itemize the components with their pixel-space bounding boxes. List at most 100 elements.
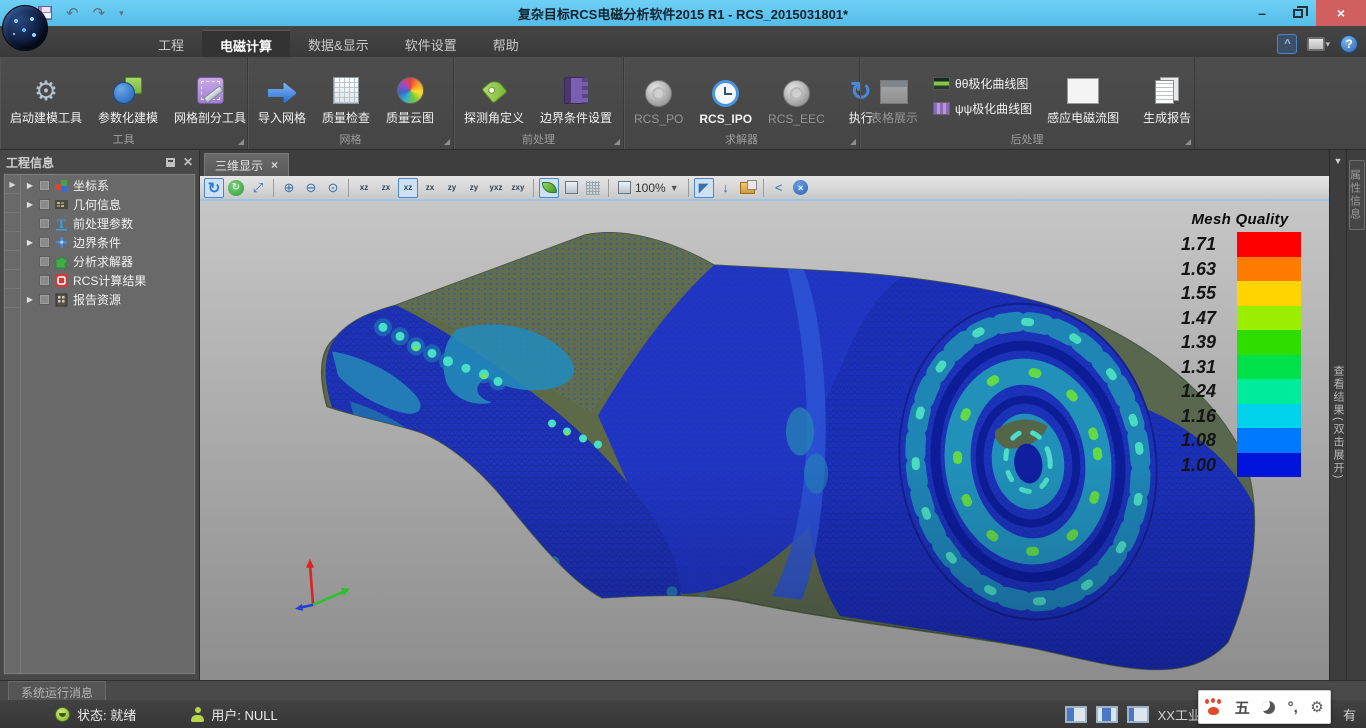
tab-data-display[interactable]: 数据&显示: [290, 30, 387, 57]
zoom-level-select[interactable]: 100% ▼: [614, 181, 683, 195]
solver-rcs-eec-button[interactable]: RCS_EEC: [761, 59, 832, 132]
redo-icon[interactable]: ↷: [93, 4, 106, 22]
view-orientation-button[interactable]: yxz: [486, 178, 506, 198]
expand-arrow-icon[interactable]: ▶: [25, 295, 35, 304]
import-mesh-button[interactable]: 导入网格: [251, 59, 313, 132]
grid-icon: [586, 181, 600, 195]
tree-item-rcs-results[interactable]: RCS计算结果: [21, 271, 194, 290]
checkbox[interactable]: [39, 237, 50, 248]
display-style-button[interactable]: ▾: [1307, 37, 1330, 51]
tree-item-boundary-condition[interactable]: ▶ 边界条件: [21, 233, 194, 252]
tree-item-geometry-info[interactable]: ▶ 几何信息: [21, 195, 194, 214]
close-tab-icon[interactable]: ×: [271, 158, 278, 172]
wireframe-view-button[interactable]: [583, 178, 603, 198]
view-orientation-button[interactable]: zy: [464, 178, 484, 198]
chevron-down-icon[interactable]: ▼: [1334, 156, 1343, 166]
solver-rcs-po-button[interactable]: RCS_PO: [627, 59, 690, 132]
tab-3d-display[interactable]: 三维显示 ×: [204, 153, 289, 176]
view-orientation-button[interactable]: zxy: [508, 178, 528, 198]
copyright-text-left: XX工业: [1158, 705, 1201, 724]
minimize-button[interactable]: –: [1244, 0, 1280, 26]
expand-arrow-icon[interactable]: ▶: [25, 181, 35, 190]
tab-help[interactable]: 帮助: [475, 30, 537, 57]
checkbox[interactable]: [39, 218, 50, 229]
help-icon[interactable]: ?: [1340, 35, 1358, 53]
zoom-out-button[interactable]: ⊖: [301, 178, 321, 198]
psi-polar-curve-button[interactable]: ψψ极化曲线图: [933, 100, 1032, 117]
generate-report-button[interactable]: 生成报告: [1136, 59, 1198, 132]
close-icon[interactable]: ✕: [183, 155, 193, 169]
tree-item-report-resources[interactable]: ▶ 报告资源: [21, 290, 194, 309]
restore-button[interactable]: [1280, 0, 1316, 26]
boundary-settings-button[interactable]: 边界条件设置: [533, 59, 619, 132]
launch-modeling-tool-button[interactable]: ⚙启动建模工具: [3, 59, 89, 132]
quality-cloud-button[interactable]: 质量云图: [379, 59, 441, 132]
results-collapsed-strip[interactable]: ▼ 查看结果(双击展开): [1329, 150, 1346, 680]
checkbox[interactable]: [39, 256, 50, 267]
tree-item-coordinate-system[interactable]: ▶ 坐标系: [21, 176, 194, 195]
view-orientation-button[interactable]: xz: [398, 178, 418, 198]
capture-window-button[interactable]: [738, 178, 758, 198]
zoom-in-button[interactable]: ⊕: [279, 178, 299, 198]
group-dialog-launcher-icon[interactable]: [444, 139, 450, 145]
drop-down-button[interactable]: ↓: [716, 178, 736, 198]
pan-view-button[interactable]: ⤢: [248, 178, 268, 198]
shaded-view-button[interactable]: [539, 178, 559, 198]
collapse-ribbon-icon[interactable]: ^: [1277, 34, 1297, 54]
layout-left-panel-icon[interactable]: [1065, 706, 1087, 723]
solver-rcs-ipo-button[interactable]: RCS_IPO: [692, 59, 759, 132]
group-dialog-launcher-icon[interactable]: [238, 139, 244, 145]
tab-project[interactable]: 工程: [140, 30, 202, 57]
group-dialog-launcher-icon[interactable]: [850, 139, 856, 145]
ime-punctuation-key[interactable]: °,: [1288, 699, 1298, 716]
view-orientation-button[interactable]: zx: [420, 178, 440, 198]
clear-view-button[interactable]: ×: [791, 178, 811, 198]
theta-polar-curve-button[interactable]: θθ极化曲线图: [933, 75, 1032, 92]
ime-wubi-key[interactable]: 五: [1235, 697, 1250, 718]
expand-arrow-icon[interactable]: ▶: [25, 238, 35, 247]
moon-icon[interactable]: [1262, 701, 1275, 714]
layout-right-panel-icon[interactable]: [1127, 706, 1149, 723]
checkbox[interactable]: [39, 275, 50, 286]
solver-puzzle-icon: [54, 254, 69, 269]
tree-item-preprocess-params[interactable]: T 前处理参数: [21, 214, 194, 233]
ime-logo-paw-icon[interactable]: [1205, 699, 1222, 715]
detect-angle-button[interactable]: 探测角定义: [457, 59, 531, 132]
parametric-modeling-button[interactable]: 参数化建模: [91, 59, 165, 132]
view-orientation-button[interactable]: zy: [442, 178, 462, 198]
spin-view-button[interactable]: ↻: [226, 178, 246, 198]
view-orientation-button[interactable]: xz: [354, 178, 374, 198]
share-flow-button[interactable]: <: [769, 178, 789, 198]
checkbox[interactable]: [39, 294, 50, 305]
table-display-button[interactable]: 表格展示: [863, 59, 925, 132]
restore-icon: [1293, 9, 1303, 18]
pin-icon[interactable]: [166, 158, 175, 167]
qat-dropdown-icon[interactable]: ▾: [119, 8, 124, 19]
flat-view-button[interactable]: [561, 178, 581, 198]
checkbox[interactable]: [39, 180, 50, 191]
checkbox[interactable]: [39, 199, 50, 210]
quality-check-button[interactable]: 质量检查: [315, 59, 377, 132]
zoom-fit-button[interactable]: ⊙: [323, 178, 343, 198]
view-orientation-button[interactable]: zx: [376, 178, 396, 198]
close-button[interactable]: ×: [1316, 0, 1366, 26]
group-dialog-launcher-icon[interactable]: [1185, 139, 1191, 145]
undo-icon[interactable]: ↶: [66, 4, 79, 22]
3d-viewport-canvas[interactable]: Mesh Quality 1.71 1.63 1.55 1.47 1.39 1.…: [200, 201, 1329, 680]
properties-panel-tab[interactable]: 属性信息: [1349, 160, 1365, 230]
select-mode-button[interactable]: ◤: [694, 178, 714, 198]
expand-arrow-icon[interactable]: ▶: [25, 200, 35, 209]
viewport-column: 三维显示 × ↻ ↻ ⤢ ⊕ ⊖ ⊙ xz zx xz zx zy zy yxz: [200, 150, 1329, 680]
expand-arrow-icon[interactable]: ▶: [5, 175, 20, 194]
induced-current-map-button[interactable]: 感应电磁流图: [1040, 59, 1126, 132]
tab-em-compute[interactable]: 电磁计算: [202, 30, 290, 57]
mesh-tool-button[interactable]: 网格剖分工具: [167, 59, 253, 132]
group-dialog-launcher-icon[interactable]: [614, 139, 620, 145]
rotate-view-button[interactable]: ↻: [204, 178, 224, 198]
tree-item-label: 前处理参数: [73, 215, 133, 232]
app-logo[interactable]: [2, 5, 48, 51]
tab-software-settings[interactable]: 软件设置: [387, 30, 475, 57]
tree-item-analysis-solver[interactable]: 分析求解器: [21, 252, 194, 271]
layout-center-panel-icon[interactable]: [1096, 706, 1118, 723]
ime-settings-gear-icon[interactable]: ⚙: [1310, 698, 1323, 716]
